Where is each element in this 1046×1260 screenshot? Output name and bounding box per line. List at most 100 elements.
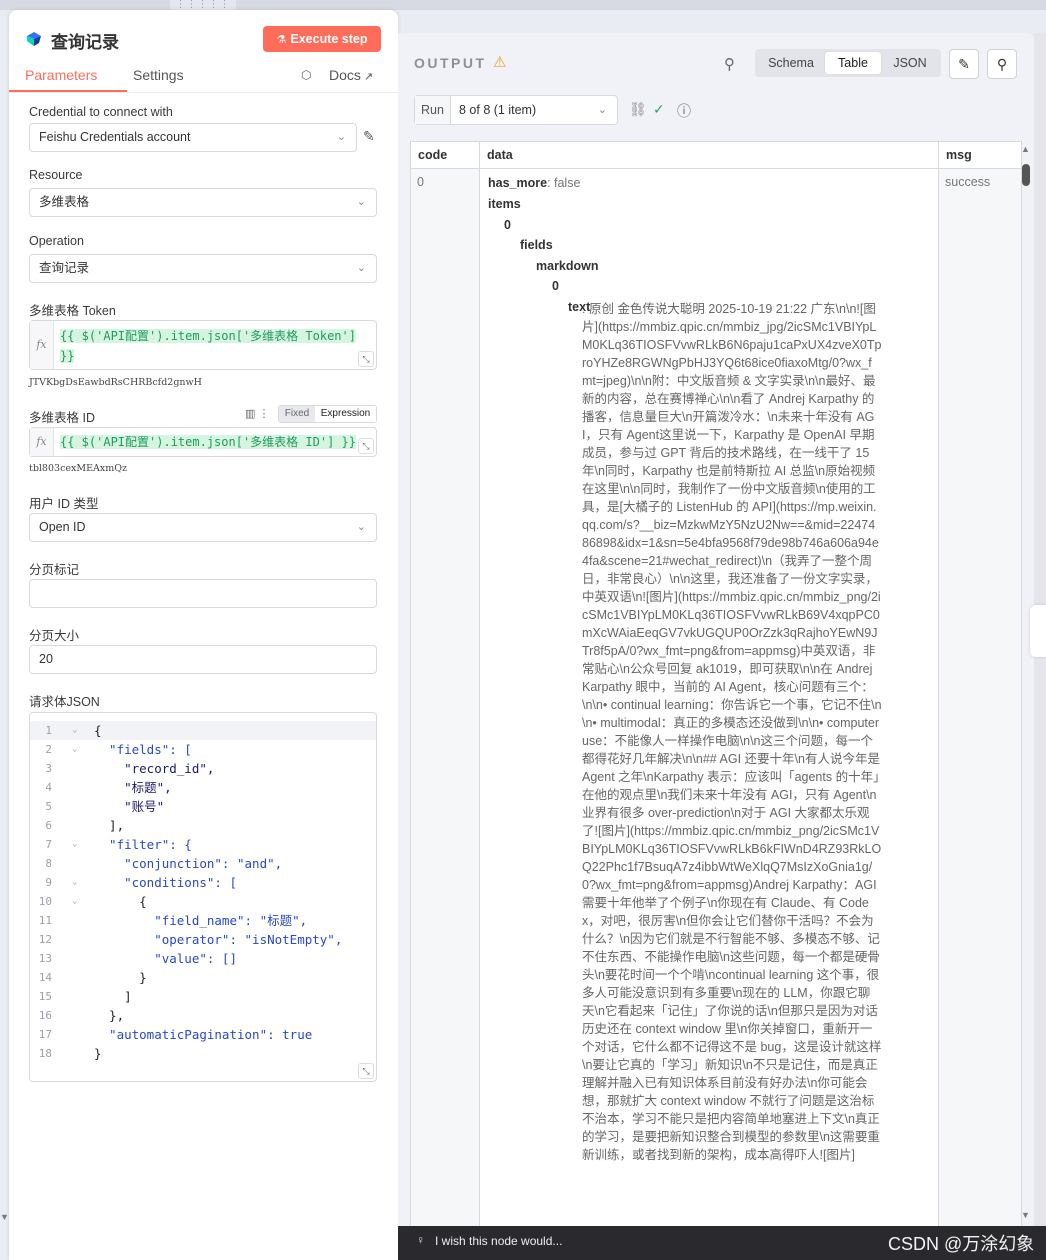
resize-icon[interactable]: ⤡ [358, 438, 374, 454]
search-icon[interactable]: ⚲ [724, 55, 735, 73]
token-label: 多维表格 Token [29, 304, 116, 318]
fold-icon[interactable]: ⌄ [72, 835, 77, 854]
run-select[interactable]: Run 8 of 8 (1 item) ⌄ [414, 95, 618, 125]
page-token-input[interactable] [29, 579, 377, 608]
table-id-expression-field[interactable]: fx {{ $('API配置').item.json['多维表格 ID'] }}… [29, 427, 377, 457]
user-id-type-select[interactable]: Open ID ⌄ [29, 513, 377, 542]
token-result: JTVKbgDsEawbdRsCHRBcfd2gnwH [29, 377, 202, 388]
chevron-down-icon: ⌄ [356, 196, 366, 208]
link-icon[interactable]: ⛓ [629, 101, 647, 118]
table-id-actions: ▥ ⋮ [245, 407, 269, 420]
node-parameters-panel: 查询记录 ⚗ Execute step Parameters Settings ⬡… [9, 10, 398, 1260]
chevron-down-icon: ⌄ [597, 104, 607, 116]
scroll-down-arrow-icon[interactable]: ▼ [0, 1212, 9, 1222]
fx-icon: fx [30, 428, 54, 456]
pin-output-button[interactable]: ⚲ [987, 49, 1017, 79]
toggle-expression[interactable]: Expression [315, 406, 376, 422]
resize-icon[interactable]: ⤡ [358, 351, 374, 367]
code-line: 7 ⌄ "filter": { [45, 835, 192, 854]
scroll-up-arrow-icon[interactable]: ▲ [1021, 144, 1030, 154]
chevron-down-icon: ⌄ [336, 131, 346, 143]
info-icon[interactable]: ⓘ [677, 101, 691, 121]
code-line: 15 ] [38, 989, 132, 1004]
output-panel: OUTPUT ⚠ ⚲ Schema Table JSON ✎ ⚲ Run 8 o… [398, 33, 1034, 1260]
output-table: code data msg 0 has_more: false items 0 … [410, 141, 1022, 1260]
scroll-thumb[interactable] [1022, 164, 1030, 186]
operation-label: Operation [29, 234, 84, 248]
items-key: items [488, 197, 521, 211]
resource-label: Resource [29, 168, 83, 182]
edit-icon: ✎ [958, 56, 970, 72]
code-line: 11 "field_name": "标题", [38, 913, 308, 928]
code-line: 16 }, [38, 1008, 125, 1023]
page-token-label: 分页标记 [29, 563, 80, 577]
feishu-logo-icon [27, 32, 41, 46]
has-more-entry: has_more: false [488, 176, 581, 190]
token-expression-code[interactable]: {{ $('API配置').item.json['多维表格 Token'] }} [60, 326, 370, 366]
markdown-key: markdown [536, 259, 599, 273]
docs-label: Docs [329, 67, 361, 83]
side-drawer-tab[interactable] [1030, 605, 1046, 657]
fixed-expression-toggle[interactable]: Fixed Expression [278, 405, 377, 423]
tab-settings[interactable]: Settings [133, 67, 184, 83]
scroll-down-arrow-icon[interactable]: ▼ [1021, 1210, 1030, 1220]
column-header-msg: msg [939, 142, 1021, 169]
fold-icon[interactable]: ⌄ [72, 740, 77, 759]
docs-link[interactable]: Docs ↗ [329, 67, 373, 83]
pencil-icon[interactable]: ✎ [363, 128, 375, 145]
table-id-expression-code[interactable]: {{ $('API配置').item.json['多维表格 ID'] }} [60, 432, 370, 452]
feedback-text[interactable]: I wish this node would... [435, 1234, 562, 1248]
data-cell: has_more: false items 0 fields markdown … [480, 169, 939, 1259]
warning-icon[interactable]: ⚠ [493, 53, 506, 71]
view-table[interactable]: Table [825, 52, 881, 74]
resource-select[interactable]: 多维表格 ⌄ [29, 188, 377, 217]
code-cell: 0 [411, 169, 480, 1259]
watermark: CSDN @万涂幻象 [888, 1234, 1035, 1254]
table-id-result: tbl803cexMEAxmQz [29, 463, 128, 474]
view-json[interactable]: JSON [883, 52, 937, 74]
body-json-editor[interactable]: 1 ⌄{ 2 ⌄ "fields": [ 3 "record_id", 4 "标题"… [29, 712, 377, 1082]
code-line: 1 ⌄{ [30, 721, 376, 740]
code-line: 18} [38, 1046, 102, 1061]
output-scrollbar[interactable]: ▲ ▼ [1019, 142, 1033, 1227]
code-line: 9 ⌄ "conditions": [ [45, 873, 237, 892]
code-line: 17 "automaticPagination": true [38, 1027, 313, 1042]
token-expression-field[interactable]: fx {{ $('API配置').item.json['多维表格 Token']… [29, 320, 377, 370]
code-line: 10 ⌄ { [38, 892, 147, 911]
canvas-top-strip [0, 0, 1046, 10]
fold-icon[interactable]: ⌄ [72, 873, 77, 892]
page-size-label: 分页大小 [29, 629, 80, 643]
tab-parameters[interactable]: Parameters [25, 67, 97, 83]
code-line: 5 "账号" [45, 799, 165, 814]
check-circle-icon: ✓ [653, 101, 665, 117]
user-id-type-label: 用户 ID 类型 [29, 497, 99, 511]
items-index: 0 [504, 218, 511, 232]
fold-icon[interactable]: ⌄ [72, 892, 77, 911]
edit-output-button[interactable]: ✎ [949, 49, 979, 79]
body-json-label: 请求体JSON [29, 695, 100, 709]
view-schema[interactable]: Schema [758, 52, 824, 74]
kebab-icon[interactable]: ⋮ [258, 408, 269, 420]
external-link-icon: ↗ [363, 71, 374, 83]
operation-value: 查询记录 [39, 261, 90, 275]
execute-step-button[interactable]: ⚗ Execute step [263, 26, 381, 52]
node-title: 查询记录 [51, 33, 119, 52]
column-header-code: code [411, 142, 480, 169]
output-title: OUTPUT [414, 55, 487, 71]
panel-icon[interactable]: ▥ [245, 408, 255, 420]
page-size-input[interactable]: 20 [29, 645, 377, 674]
operation-select[interactable]: 查询记录 ⌄ [29, 254, 377, 283]
markdown-index: 0 [552, 279, 559, 293]
code-value: 0 [417, 175, 424, 189]
code-line: 14 } [38, 970, 147, 985]
node-tabs: Parameters Settings ⬡ Docs ↗ [9, 62, 398, 94]
code-line: 13 "value": [] [38, 951, 237, 966]
resize-icon[interactable]: ⤡ [358, 1063, 374, 1079]
fields-key: fields [520, 238, 553, 252]
code-line: 4 "标题", [45, 780, 172, 795]
fold-icon[interactable]: ⌄ [72, 721, 77, 740]
credential-select[interactable]: Feishu Credentials account ⌄ [29, 123, 357, 152]
column-header-data: data [480, 142, 939, 169]
toggle-fixed[interactable]: Fixed [279, 406, 315, 422]
pin-icon: ⚲ [996, 56, 1008, 72]
